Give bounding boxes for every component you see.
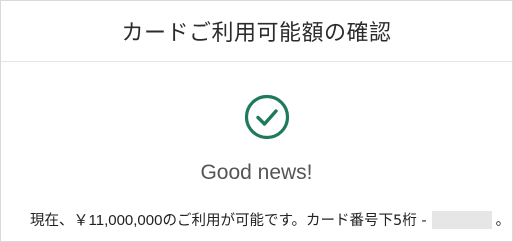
page-title: カードご利用可能額の確認 [121,21,392,46]
availability-message: 現在、 ￥11,000,000 のご利用が可能です。カード番号下5桁 - 。 [30,209,510,230]
message-middle: のご利用が可能です。カード番号下5桁 - [162,213,427,229]
status-headline: Good news! [200,161,313,184]
card-header: カードご利用可能額の確認 [1,1,512,62]
available-amount: ￥11,000,000 [73,212,163,229]
message-suffix: 。 [495,213,511,229]
availability-card: カードご利用可能額の確認 Good news! 現在、 ￥11,000,000 … [0,0,513,242]
message-prefix: 現在、 [30,213,74,229]
check-circle-icon [244,94,290,140]
masked-card-digits [431,210,492,229]
